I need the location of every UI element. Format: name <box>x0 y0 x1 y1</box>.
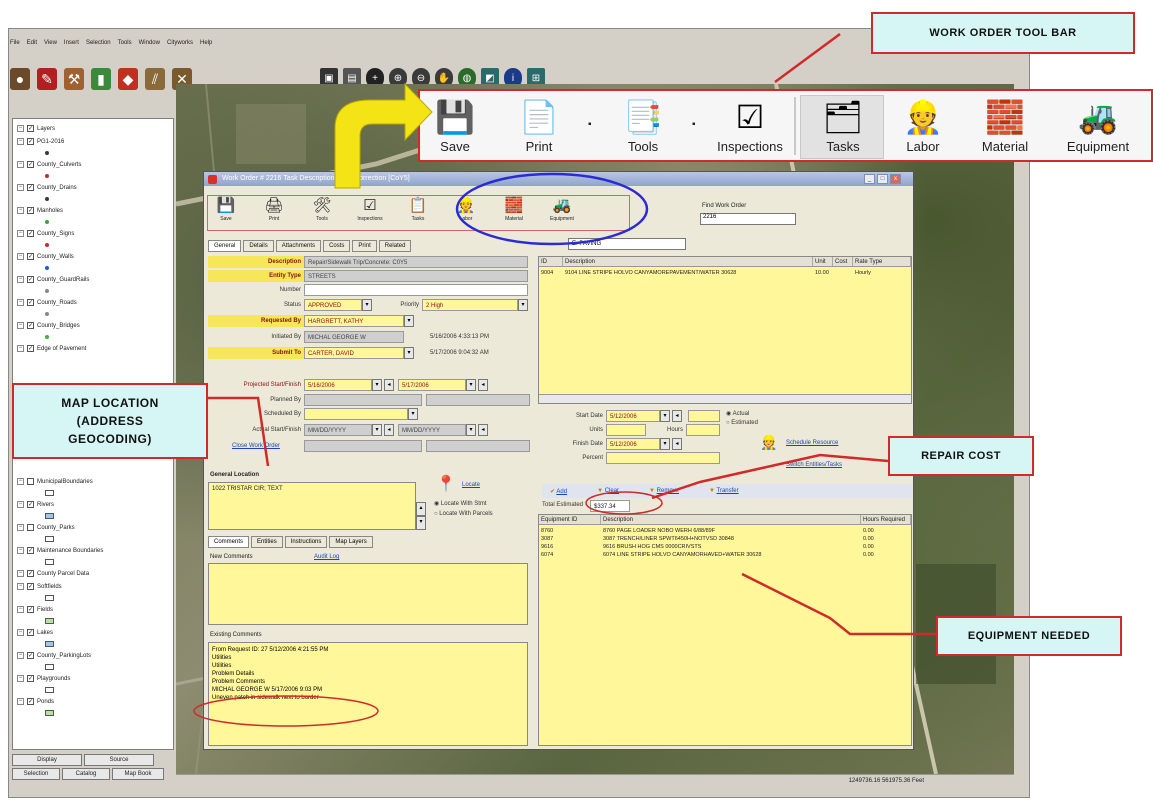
red-highlight-ellipse-cost <box>585 491 663 515</box>
repair-leader-line <box>651 453 889 500</box>
toolbar-leader-line <box>774 32 841 84</box>
callout-toolbar: WORK ORDER TOOL BAR <box>871 12 1135 54</box>
callout-map-location: MAP LOCATION (ADDRESS GEOCODING) <box>12 383 208 459</box>
callout-equipment-needed: EQUIPMENT NEEDED <box>936 616 1122 656</box>
callout-repair-cost: REPAIR COST <box>888 436 1034 476</box>
map-leader-line <box>208 396 270 467</box>
red-highlight-ellipse-comment <box>193 695 379 727</box>
blue-highlight-ellipse <box>455 172 649 246</box>
yellow-arrow <box>334 82 433 189</box>
equipment-leader-line <box>741 572 938 636</box>
